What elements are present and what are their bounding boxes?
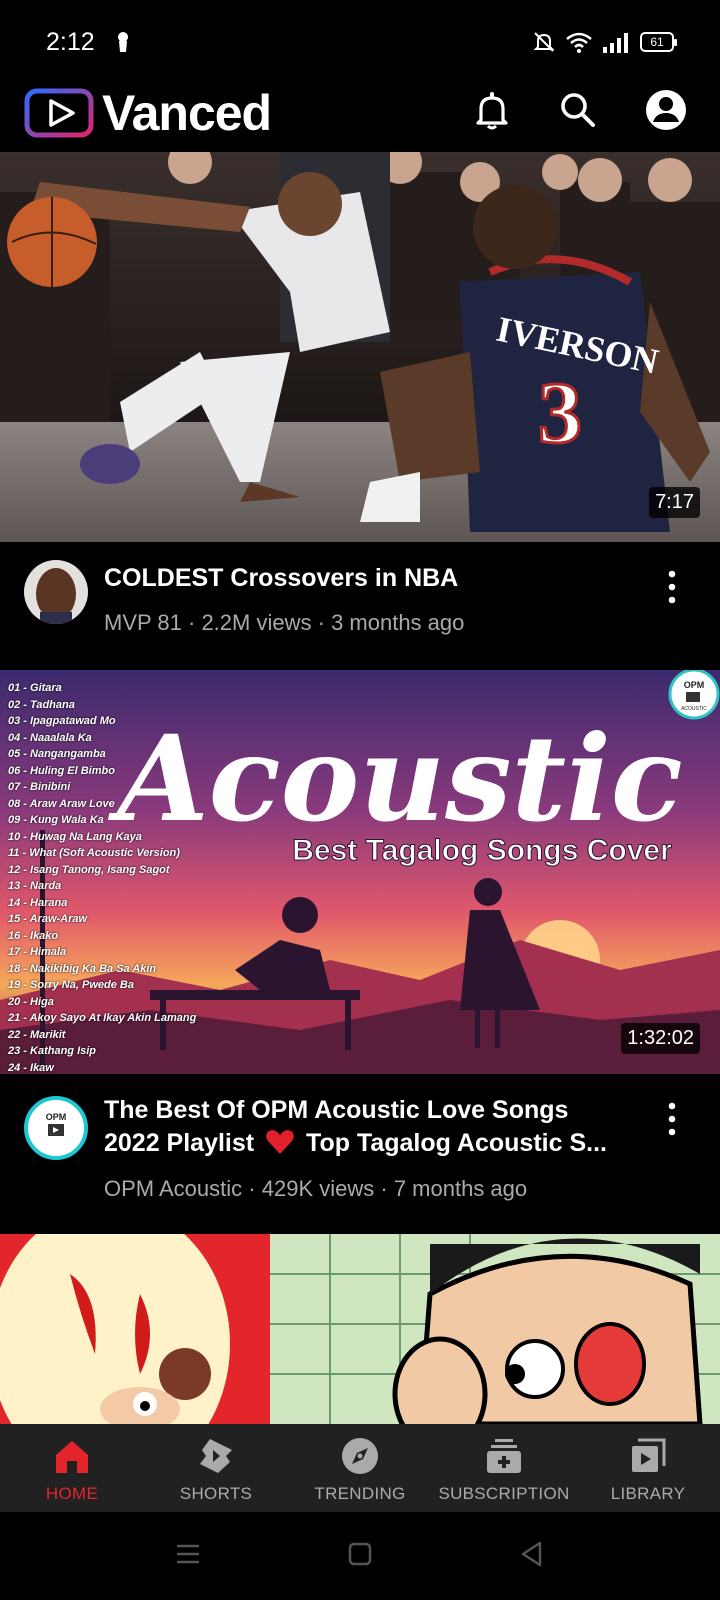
track-list-item: 21 - Akoy Sayo At Ikay Akin Lamang (8, 1012, 197, 1024)
nav-library-label: LIBRARY (610, 1484, 686, 1503)
status-time: 2:12 (46, 28, 95, 56)
more-options-icon[interactable] (668, 570, 676, 604)
view-count: 2.2M views (201, 610, 312, 635)
meta-separator: · (248, 1176, 262, 1201)
meta-separator: · (380, 1176, 394, 1201)
video-duration: 7:17 (649, 487, 700, 518)
library-icon (632, 1438, 666, 1472)
signal-icon (603, 33, 628, 53)
mute-bell-icon (533, 32, 555, 52)
channel-avatar[interactable]: OPM (24, 1096, 88, 1160)
thumbnail-image-cartoon (0, 1234, 720, 1424)
channel-name[interactable]: MVP 81 (104, 610, 182, 635)
track-list-item: 03 - Ipagpatawad Mo (8, 715, 116, 727)
track-list-item: 05 - Nangangamba (8, 748, 106, 760)
video-meta: MVP 81 · 2.2M views · 3 months ago (104, 610, 464, 636)
video-title[interactable]: COLDEST Crossovers in NBA (104, 562, 644, 595)
upload-age: 3 months ago (331, 610, 465, 635)
video-title-part: 2022 Playlist (104, 1129, 255, 1157)
nav-subscription-label: SUBSCRIPTION (438, 1484, 570, 1503)
search-icon[interactable] (556, 88, 600, 132)
app-title: Vanced (102, 85, 272, 141)
video-info[interactable]: OPM The Best Of OPM Acoustic Love Songs … (0, 1074, 720, 1234)
wifi-icon (566, 32, 592, 53)
meta-separator: · (187, 610, 202, 635)
video-title-part: Top Tagalog Acoustic S... (306, 1129, 607, 1157)
nav-library[interactable]: LIBRARY (576, 1424, 720, 1512)
video-thumbnail[interactable] (0, 1234, 720, 1424)
subscription-icon (487, 1439, 521, 1473)
channel-name[interactable]: OPM Acoustic (104, 1176, 242, 1201)
nav-shorts-label: SHORTS (179, 1484, 253, 1503)
track-list-item: 20 - Higa (8, 995, 54, 1008)
channel-badge-sublabel: ACOUSTIC (681, 706, 707, 712)
track-list-item: 19 - Sorry Na, Pwede Ba (8, 979, 134, 991)
track-list-item: 12 - Isang Tanong, Isang Sagot (8, 863, 170, 876)
video-thumbnail[interactable]: IVERSON 3 7:17 (0, 152, 720, 542)
avatar-label: OPM (46, 1112, 67, 1122)
track-list-item: 10 - Huwag Na Lang Kaya (8, 830, 142, 843)
track-list-item: 15 - Araw-Araw (8, 913, 88, 925)
upload-age: 7 months ago (393, 1176, 528, 1201)
track-list-item: 22 - Marikit (8, 1028, 66, 1041)
video-title[interactable]: The Best Of OPM Acoustic Love Songs 2022… (104, 1094, 644, 1160)
video-title-line2: 2022 Playlist Top Tagalog Acoustic S... (104, 1127, 644, 1160)
video-info[interactable]: COLDEST Crossovers in NBA MVP 81 · 2.2M … (0, 542, 720, 670)
track-list-item: 14 - Harana (8, 896, 68, 909)
nav-shorts[interactable]: SHORTS (144, 1424, 288, 1512)
system-navigation-bar (0, 1512, 720, 1600)
channel-avatar[interactable] (24, 560, 88, 624)
track-list-item: 02 - Tadhana (8, 698, 75, 711)
thumbnail-subtitle: Best Tagalog Songs Cover (292, 834, 672, 867)
nav-subscription[interactable]: SUBSCRIPTION (432, 1424, 576, 1512)
track-list-item: 11 - What (Soft Acoustic Version) (8, 847, 180, 859)
view-count: 429K views (261, 1176, 375, 1201)
trending-icon (342, 1438, 378, 1474)
track-list-item: 13 - Narda (8, 880, 62, 892)
bell-icon[interactable] (470, 88, 514, 132)
track-list-item: 18 - Nakikibig Ka Ba Sa Akin (8, 962, 157, 975)
lock-icon (118, 32, 128, 52)
track-list-item: 23 - Kathang Isip (8, 1045, 97, 1057)
home-button-icon[interactable] (346, 1540, 374, 1568)
track-list-item: 24 - Ikaw (8, 1061, 54, 1074)
video-title-line1: The Best Of OPM Acoustic Love Songs (104, 1096, 569, 1124)
app-logo[interactable]: Vanced (24, 84, 272, 142)
video-duration: 1:32:02 (621, 1023, 700, 1054)
track-list-item: 06 - Huling El Bimbo (8, 764, 115, 777)
nav-home[interactable]: HOME (0, 1424, 144, 1512)
track-list-item: 04 - Naaalala Ka (8, 731, 92, 744)
track-list: 01 - Gitara 02 - Tadhana 03 - Ipagpatawad … (8, 680, 196, 1074)
track-list-item: 01 - Gitara (8, 682, 62, 694)
avatar-image: OPM (46, 1112, 67, 1136)
channel-badge-label: OPM (684, 680, 705, 690)
heart-icon (266, 1130, 294, 1154)
track-list-item: 16 - Ikako (8, 929, 59, 942)
nav-trending[interactable]: TRENDING (288, 1424, 432, 1512)
track-list-item: 17 - Himala (8, 946, 67, 958)
bottom-navigation: HOME SHORTS TRENDING SUBSCRIPTION LIBRAR… (0, 1424, 720, 1512)
track-list-item: 08 - Araw Araw Love (8, 797, 115, 810)
jersey-number-text: 3 (538, 365, 582, 462)
track-list-item: 07 - Binibini (8, 781, 71, 793)
nav-trending-label: TRENDING (314, 1484, 406, 1503)
thumbnail-image-basketball: IVERSON 3 (0, 152, 720, 542)
shorts-icon (200, 1439, 232, 1473)
app-header: Vanced (0, 84, 720, 152)
vanced-logo-icon (24, 88, 94, 138)
track-list-item: 09 - Kung Wala Ka (8, 814, 104, 826)
home-icon (56, 1441, 88, 1473)
video-thumbnail[interactable]: Acoustic Best Tagalog Songs Cover OPM AC… (0, 670, 720, 1074)
meta-separator: · (317, 610, 332, 635)
more-options-icon[interactable] (668, 1102, 676, 1136)
back-button-icon[interactable] (518, 1540, 546, 1568)
status-bar: 2:12 61 (0, 0, 720, 84)
account-icon[interactable] (644, 88, 688, 132)
nav-home-label: HOME (45, 1484, 99, 1503)
battery-icon: 61 (640, 32, 677, 52)
recents-menu-icon[interactable] (174, 1540, 202, 1568)
status-icons: 61 (532, 30, 677, 54)
video-meta: OPM Acoustic · 429K views · 7 months ago (104, 1176, 527, 1202)
avatar-image (24, 560, 88, 624)
